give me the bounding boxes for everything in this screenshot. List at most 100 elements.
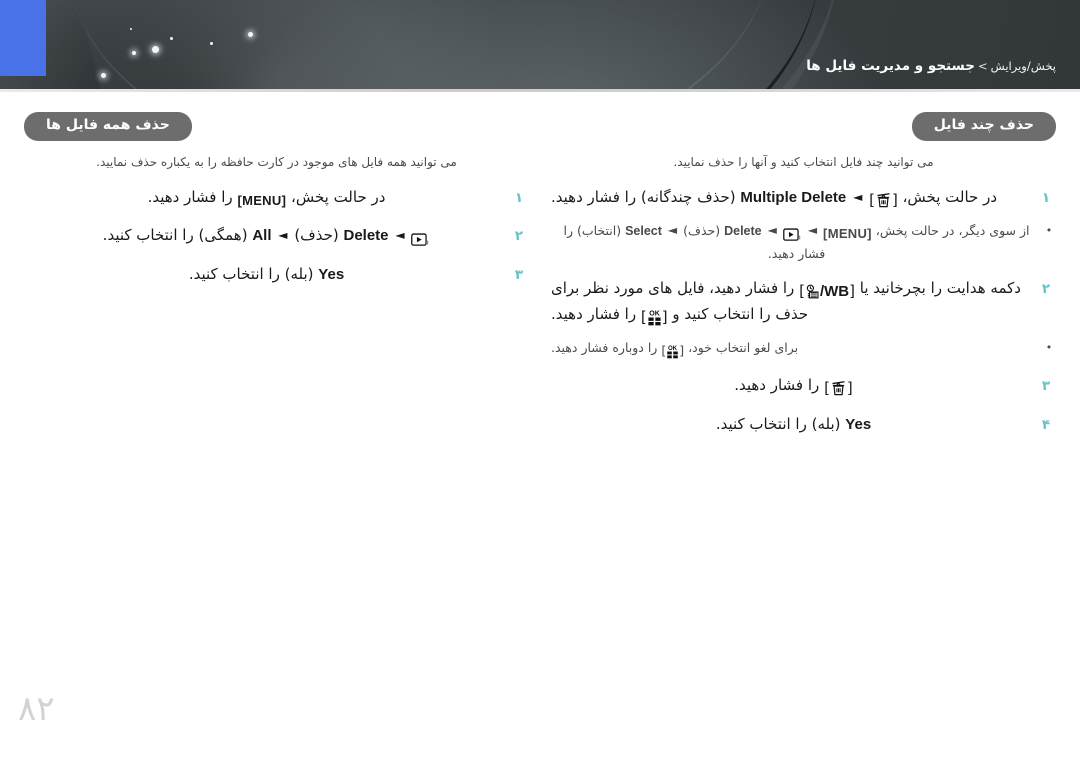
multiple-delete-steps: ۱ در حالت پخش، [] ◄ Multiple Delete (حذف…: [551, 186, 1056, 436]
step-item: ۱ در حالت پخش، [] ◄ Multiple Delete (حذف…: [551, 186, 1056, 212]
alt-paren-delete: (حذف): [683, 223, 721, 239]
menu-key-label: MENU: [827, 226, 868, 242]
menu-key-label: MENU: [242, 193, 282, 209]
delete-all-section: حذف همه فايل ها می توانید همه فایل های م…: [24, 112, 529, 300]
breadcrumb-parent: پخش/ويرايش: [990, 59, 1056, 73]
step-number: ۳: [1041, 377, 1051, 394]
trash-icon: []: [824, 378, 853, 397]
step-item: ۴ Yes (بله) را انتخاب کنید.: [551, 413, 1056, 436]
breadcrumb-separator: >: [978, 59, 988, 73]
sparkle-icon: [152, 46, 159, 53]
step-number: ۱: [514, 190, 524, 207]
arrow-icon: ◄: [395, 228, 405, 243]
step-text: در حالت پخش، [MENU] را فشار دهید.: [24, 186, 509, 211]
banner-arc-thin: [62, 0, 778, 92]
alt-pre: از سوی دیگر، در حالت پخش،: [875, 223, 1030, 239]
step-latin-all: All: [252, 227, 272, 245]
page-number: ۸۲: [18, 689, 55, 729]
ok-grid-icon: [OK]: [661, 343, 685, 359]
bullet-dot-icon: •: [1045, 341, 1053, 355]
step-number: ۴: [1041, 416, 1051, 433]
alt-method-text: از سوی دیگر، در حالت پخش، [MENU] ◄ i ◄ D…: [551, 221, 1042, 264]
wb-label: /WB: [819, 282, 850, 300]
breadcrumb-current: جستجو و مديريت فايل ها: [806, 58, 976, 74]
trash-icon: []: [869, 191, 898, 210]
step-latin-label: Multiple Delete: [740, 189, 847, 207]
step-paren-all: (همگی): [198, 226, 248, 245]
step-text: i ◄ Delete (حذف) ◄ All (همگی) را انتخاب …: [24, 224, 509, 250]
alt-latin-delete: Delete: [724, 224, 762, 239]
svg-text:i: i: [427, 240, 428, 247]
step-text: Yes (بله) را انتخاب کنید.: [551, 413, 1036, 436]
step-latin-delete: Delete: [343, 227, 389, 245]
sparkle-icon: [130, 28, 132, 30]
arrow-icon: ◄: [853, 190, 863, 205]
cancel-selection-bullet: • برای لغو انتخاب خود، [OK] را دوباره فش…: [551, 338, 1056, 360]
delete-all-steps: ۱ در حالت پخش، [MENU] را فشار دهید. ۲ i …: [24, 186, 529, 287]
alt-method-bullet: • از سوی دیگر، در حالت پخش، [MENU] ◄ i ◄…: [551, 221, 1056, 264]
step-text-pre: در حالت پخش،: [290, 188, 386, 207]
step-text: در حالت پخش، [] ◄ Multiple Delete (حذف چ…: [551, 186, 1036, 212]
sparkle-icon: [132, 51, 136, 55]
banner-underline: [0, 89, 1080, 92]
accent-tab: [0, 0, 46, 76]
step-item: ۳ Yes (بله) را انتخاب کنید.: [24, 263, 529, 286]
step-paren-delete: (حذف): [294, 226, 339, 245]
step-paren: (بله): [284, 265, 314, 284]
step-text-post: را فشار دهید.: [551, 305, 637, 324]
playback-icon: i: [783, 224, 802, 243]
ok-grid-icon: [OK]: [640, 308, 668, 327]
step-text: دکمه هدایت را بچرخانید یا [/WB] را فشار …: [551, 277, 1036, 330]
step-item: ۱ در حالت پخش، [MENU] را فشار دهید.: [24, 186, 529, 211]
step-latin-label: Yes: [318, 266, 345, 284]
drive-wb-icon: [/WB]: [799, 281, 855, 300]
alt-latin-select: Select: [625, 224, 662, 239]
arrow-icon: ◄: [807, 223, 818, 238]
multiple-delete-section: حذف چند فايل می توانید چند فایل انتخاب ک…: [551, 112, 1056, 449]
step-latin-label: Yes: [845, 415, 872, 433]
step-item: ۲ دکمه هدایت را بچرخانید یا [/WB] را فشا…: [551, 277, 1056, 330]
step-text-pre: دکمه هدایت را بچرخانید یا: [859, 278, 1021, 297]
sparkle-icon: [170, 37, 173, 40]
cancel-pre: برای لغو انتخاب خود،: [688, 340, 799, 356]
cancel-selection-text: برای لغو انتخاب خود، [OK] را دوباره فشار…: [551, 338, 1042, 360]
step-number: ۲: [514, 228, 524, 245]
step-text-post: را انتخاب کنید.: [188, 265, 280, 284]
step-text-post: را انتخاب کنید.: [102, 226, 194, 245]
menu-key-icon: [MENU]: [237, 193, 287, 209]
bullet-dot-icon: •: [1045, 224, 1053, 238]
step-text: [] را فشار دهید.: [551, 374, 1036, 400]
menu-key-icon: [MENU]: [823, 226, 872, 242]
step-number: ۱: [1041, 190, 1051, 207]
page-header-banner: پخش/ويرايش>جستجو و مديريت فايل ها: [0, 0, 1080, 92]
delete-all-title: حذف همه فايل ها: [24, 112, 192, 141]
step-number: ۳: [514, 267, 524, 284]
svg-text:OK: OK: [668, 345, 678, 352]
step-paren: (بله): [811, 414, 841, 433]
step-paren: (حذف چندگانه): [640, 188, 736, 207]
svg-text:OK: OK: [649, 311, 660, 318]
step-item: ۲ i ◄ Delete (حذف) ◄ All (همگی) را انتخا…: [24, 224, 529, 250]
multiple-delete-intro: می توانید چند فایل انتخاب کنید و آنها را…: [673, 154, 934, 169]
alt-paren-select: (انتخاب): [576, 223, 622, 239]
cancel-post: را دوباره فشار دهید.: [551, 340, 658, 356]
multiple-delete-title: حذف چند فايل: [911, 112, 1056, 141]
step-text-post: را انتخاب کنید.: [715, 414, 807, 433]
step-text-post: را فشار دهید.: [551, 188, 637, 207]
breadcrumb: پخش/ويرايش>جستجو و مديريت فايل ها: [806, 58, 1056, 74]
sparkle-icon: [210, 42, 213, 45]
arrow-icon: ◄: [767, 223, 777, 238]
step-item: ۳ [] را فشار دهید.: [551, 374, 1056, 400]
step-text-post: را فشار دهید.: [734, 375, 820, 394]
step-text-pre: در حالت پخش،: [902, 188, 998, 207]
sparkle-icon: [101, 73, 106, 78]
step-text-post: را فشار دهید.: [147, 188, 233, 207]
arrow-icon: ◄: [278, 228, 288, 243]
playback-icon: i: [411, 227, 430, 250]
step-text: Yes (بله) را انتخاب کنید.: [24, 263, 509, 286]
step-number: ۲: [1041, 280, 1051, 297]
sparkle-icon: [248, 32, 253, 37]
delete-all-intro: می توانید همه فایل های موجود در کارت حاف…: [96, 154, 457, 169]
svg-text:i: i: [799, 235, 800, 242]
arrow-icon: ◄: [667, 223, 678, 238]
